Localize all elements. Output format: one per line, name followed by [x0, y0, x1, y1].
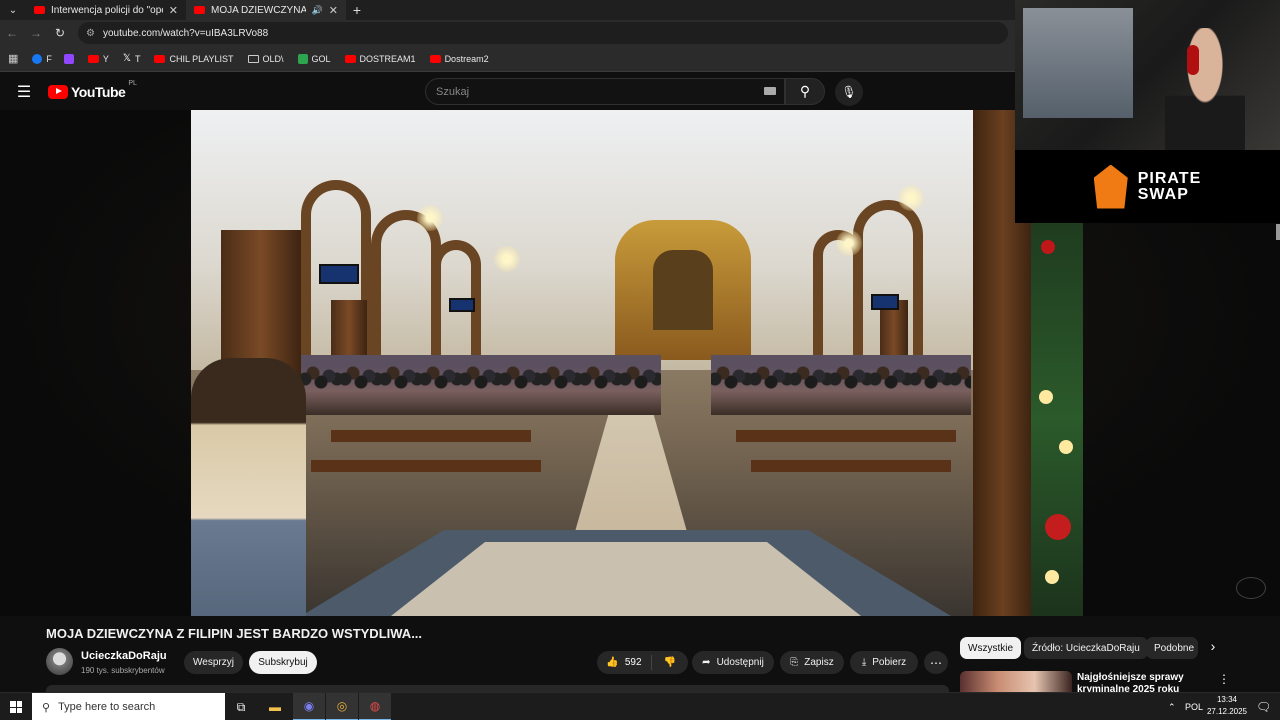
- channel-name[interactable]: UcieczkaDoRaju: [81, 650, 167, 662]
- support-button[interactable]: Wesprzyj: [184, 651, 243, 674]
- gol-icon: [297, 53, 308, 64]
- scrollbar-thumb[interactable]: [1276, 224, 1280, 240]
- browser-tab-2[interactable]: MOJA DZIEWCZYNA Z FILIPIN 🔊 ✕: [186, 0, 346, 20]
- share-icon: ➦: [702, 657, 711, 668]
- notification-icon[interactable]: 🗨: [1256, 700, 1271, 714]
- youtube-play-icon: [48, 84, 68, 99]
- obs-icon[interactable]: ◍: [359, 693, 391, 720]
- bookmark-facebook[interactable]: F: [32, 53, 74, 64]
- share-button[interactable]: ➦ Udostępnij: [692, 651, 774, 674]
- save-button[interactable]: ⎘ Zapisz: [780, 651, 844, 674]
- windows-taskbar: ⚲ Type here to search ⧉ ▬ ◉ ◎ ◍ ⌃ POL 13…: [0, 692, 1280, 720]
- video-title: MOJA DZIEWCZYNA Z FILIPIN JEST BARDZO WS…: [46, 626, 423, 641]
- sponsor-banner: PIRATE SWAP: [1015, 150, 1280, 223]
- site-info-icon[interactable]: ⚙: [86, 28, 95, 39]
- search-icon: ⚲: [799, 83, 811, 99]
- more-actions-button[interactable]: ⋯: [924, 651, 948, 674]
- chrome-icon[interactable]: ◎: [326, 693, 358, 720]
- clock[interactable]: 13:34 27.12.2025: [1203, 694, 1251, 718]
- subscribe-button[interactable]: Subskrybuj: [249, 651, 317, 674]
- youtube-logo[interactable]: YouTube PL: [48, 80, 137, 100]
- menu-hamburger-icon[interactable]: ☰: [0, 82, 48, 102]
- search-input[interactable]: Szukaj: [425, 78, 785, 105]
- task-view-icon[interactable]: ⧉: [225, 693, 257, 720]
- video-frame[interactable]: [191, 110, 1083, 616]
- start-button[interactable]: [0, 693, 32, 720]
- bookmark-dostream2[interactable]: Dostream2: [429, 54, 489, 64]
- browser-tab-title: Interwencja policji do "opętane: [51, 4, 163, 16]
- download-icon: ⤓: [861, 657, 867, 668]
- close-tab-icon[interactable]: ✕: [329, 4, 338, 17]
- bookmark-x[interactable]: 𝕏T: [123, 53, 141, 64]
- apps-grid-icon[interactable]: ▦: [8, 52, 18, 65]
- more-dots-icon: ⋯: [930, 655, 942, 670]
- forward-arrow-icon[interactable]: →: [24, 26, 48, 40]
- recommended-menu-icon[interactable]: ⋮: [1218, 672, 1230, 686]
- christmas-garland: [1031, 220, 1083, 616]
- chip-similar[interactable]: Podobne: [1146, 637, 1198, 659]
- tray-chevron-icon[interactable]: ⌃: [1168, 693, 1176, 720]
- browser-tab-1[interactable]: Interwencja policji do "opętane ✕: [26, 0, 186, 20]
- channel-avatar[interactable]: [46, 648, 73, 675]
- mic-icon: 🎙: [841, 85, 857, 99]
- bookmark-youtube[interactable]: Y: [87, 54, 109, 64]
- search-button[interactable]: ⚲: [785, 78, 825, 105]
- youtube-icon: [429, 54, 441, 63]
- subscriber-count: 190 tys. subskrybentów: [81, 666, 165, 675]
- youtube-icon: [154, 54, 166, 63]
- download-button[interactable]: ⤓ Pobierz: [850, 651, 918, 674]
- reload-icon[interactable]: ↻: [48, 26, 72, 40]
- language-indicator[interactable]: POL: [1185, 693, 1203, 720]
- chip-all[interactable]: Wszystkie: [960, 637, 1021, 659]
- youtube-header: ☰ YouTube PL Szukaj ⚲ 🎙: [0, 73, 1015, 110]
- tab-search-chevron-icon[interactable]: ⌄: [0, 0, 26, 20]
- recommended-title[interactable]: Najgłośniejsze sprawy kryminalne 2025 ro…: [1077, 672, 1197, 692]
- thumbs-down-icon: 👎: [663, 657, 677, 668]
- windows-logo-icon: [10, 701, 22, 713]
- channel-watermark-icon[interactable]: [1236, 577, 1266, 599]
- pirate-logo-icon: [1093, 164, 1128, 209]
- like-button[interactable]: 👍 592: [597, 655, 652, 670]
- youtube-icon: [87, 54, 99, 63]
- bookmark-icon: ⎘: [790, 657, 799, 668]
- file-explorer-icon[interactable]: ▬: [259, 693, 291, 720]
- folder-icon: [247, 54, 259, 63]
- url-text: youtube.com/watch?v=uIBA3LRVo88: [102, 27, 269, 39]
- youtube-favicon-icon: [34, 6, 45, 14]
- bookmark-chil-playlist[interactable]: CHIL PLAYLIST: [154, 54, 234, 64]
- youtube-icon: [344, 54, 356, 63]
- voice-search-button[interactable]: 🎙: [835, 78, 863, 106]
- facebook-icon: [32, 53, 43, 64]
- discord-icon[interactable]: ◉: [293, 693, 325, 720]
- bookmark-dostream1[interactable]: DOSTREAM1: [344, 54, 416, 64]
- bookmark-gol[interactable]: GOL: [297, 53, 331, 64]
- url-field[interactable]: ⚙ youtube.com/watch?v=uIBA3LRVo88: [78, 22, 1008, 44]
- bookmark-folder-old[interactable]: OLD\: [247, 54, 284, 64]
- thumbs-up-icon: 👍: [606, 657, 619, 668]
- back-arrow-icon[interactable]: ←: [0, 26, 24, 40]
- chip-source[interactable]: Źródło: UcieczkaDoRaju: [1024, 637, 1148, 659]
- youtube-favicon-icon: [194, 6, 205, 14]
- like-dislike-group: 👍 592 👎: [597, 651, 688, 674]
- taskbar-search[interactable]: ⚲ Type here to search: [32, 693, 225, 720]
- new-tab-button[interactable]: +: [346, 0, 368, 20]
- streamer-webcam: [1015, 0, 1280, 150]
- x-icon: 𝕏: [122, 53, 131, 64]
- close-tab-icon[interactable]: ✕: [169, 4, 178, 17]
- chevron-right-icon[interactable]: ›: [1204, 638, 1222, 658]
- dislike-button[interactable]: 👎: [652, 657, 688, 668]
- browser-tab-title: MOJA DZIEWCZYNA Z FILIPIN: [211, 4, 306, 16]
- woman-figure: [191, 358, 306, 616]
- keyboard-icon[interactable]: [764, 87, 776, 95]
- search-icon: ⚲: [42, 701, 51, 714]
- twitch-icon: [63, 53, 74, 64]
- recommended-thumbnail[interactable]: [960, 671, 1072, 693]
- speaker-icon[interactable]: 🔊: [312, 5, 323, 16]
